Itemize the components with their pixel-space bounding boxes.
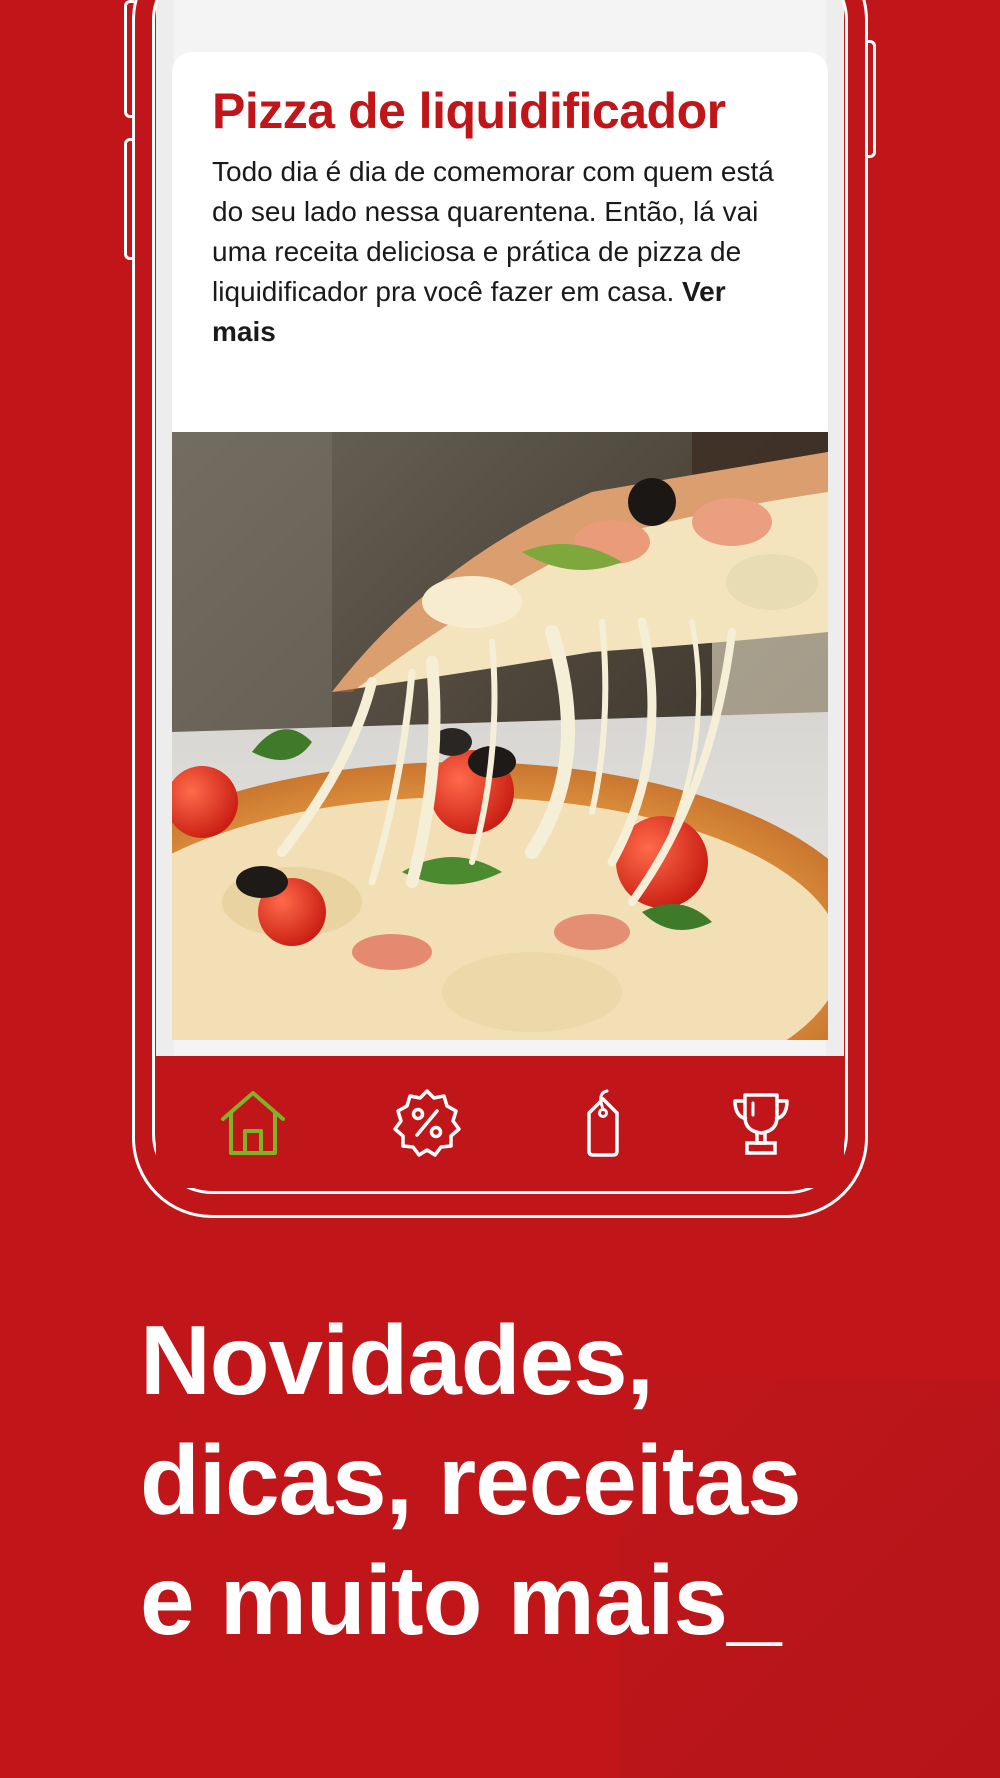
phone-side-button	[124, 0, 134, 118]
phone-side-button	[124, 138, 134, 260]
bottom-tab-bar	[156, 1058, 844, 1188]
phone-power-button	[866, 40, 876, 158]
tab-rewards[interactable]	[716, 1078, 806, 1168]
tab-shop[interactable]	[558, 1078, 648, 1168]
phone-frame-inner	[152, 0, 848, 1194]
price-tag-icon	[587, 1089, 619, 1157]
tab-offers[interactable]	[382, 1078, 472, 1168]
headline-line-1: Novidades,	[140, 1305, 654, 1415]
headline-line-3: e muito mais_	[140, 1545, 782, 1655]
home-icon	[221, 1091, 285, 1155]
headline-line-2: dicas, receitas	[140, 1425, 802, 1535]
promo-headline: Novidades, dicas, receitas e muito mais_	[140, 1300, 802, 1660]
discount-badge-icon	[393, 1089, 461, 1157]
tab-home[interactable]	[208, 1078, 298, 1168]
trophy-icon	[733, 1093, 789, 1155]
